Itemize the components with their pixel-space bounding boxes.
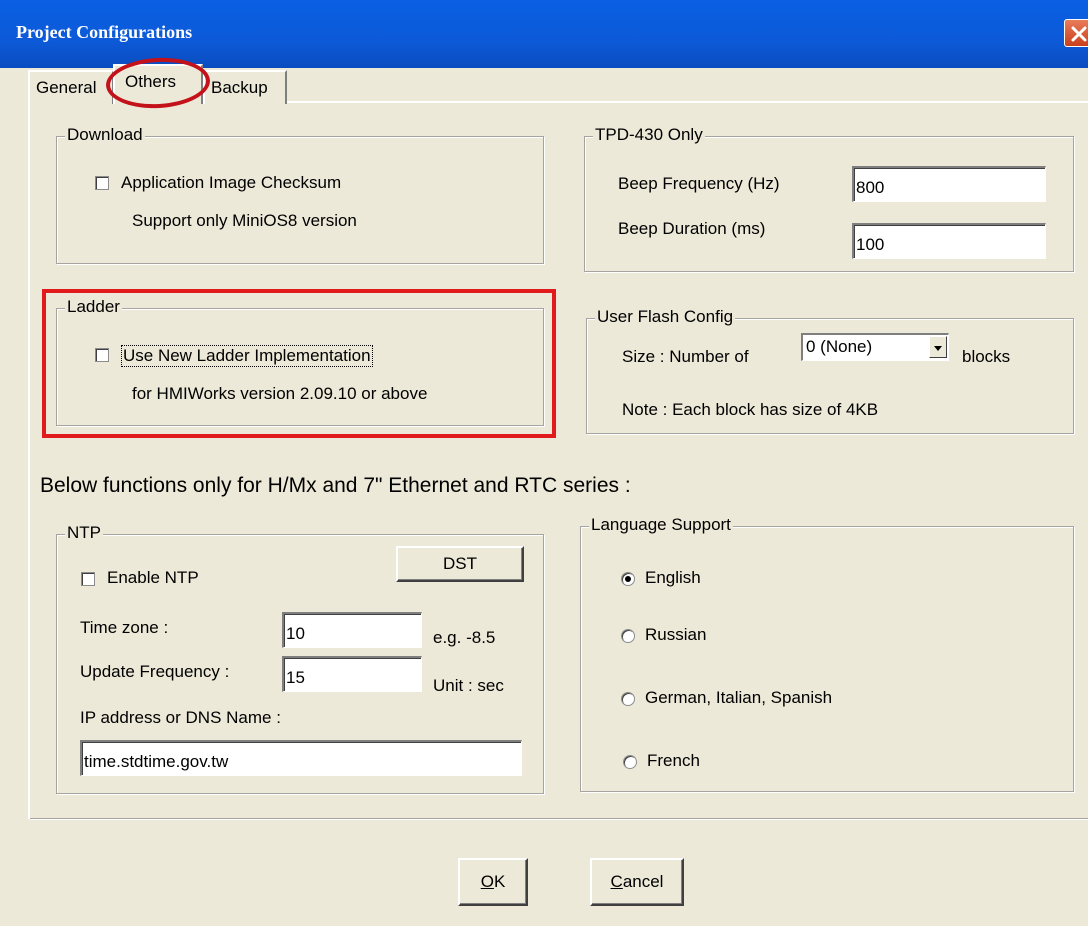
timezone-input[interactable] bbox=[282, 612, 422, 648]
beep-frequency-input[interactable] bbox=[852, 166, 1046, 202]
download-group-title: Download bbox=[65, 125, 145, 145]
checksum-label: Application Image Checksum bbox=[121, 173, 342, 192]
checksum-checkbox[interactable] bbox=[95, 176, 109, 190]
flash-blocks-unit: blocks bbox=[962, 347, 1011, 366]
radio-english[interactable] bbox=[621, 572, 635, 586]
radio-russian[interactable] bbox=[621, 629, 635, 643]
flash-blocks-select[interactable]: 0 (None) bbox=[801, 333, 949, 361]
ntp-group-title: NTP bbox=[65, 523, 103, 543]
beep-duration-input[interactable] bbox=[852, 223, 1046, 259]
radio-german-italian-spanish[interactable] bbox=[621, 692, 635, 706]
checksum-note: Support only MiniOS8 version bbox=[132, 211, 357, 230]
beep-frequency-label: Beep Frequency (Hz) bbox=[618, 174, 780, 193]
close-button[interactable] bbox=[1064, 19, 1088, 47]
language-option-english: English bbox=[645, 568, 701, 587]
language-option-german-italian-spanish: German, Italian, Spanish bbox=[645, 688, 833, 707]
dst-button[interactable]: DST bbox=[396, 546, 524, 582]
flash-size-label: Size : Number of bbox=[622, 347, 749, 366]
timezone-hint: e.g. -8.5 bbox=[433, 628, 496, 647]
cancel-button[interactable]: Cancel bbox=[590, 858, 684, 906]
ip-address-label: IP address or DNS Name : bbox=[80, 708, 281, 727]
language-group-title: Language Support bbox=[589, 515, 733, 535]
window-title: Project Configurations bbox=[16, 22, 193, 42]
radio-french[interactable] bbox=[623, 755, 637, 769]
update-frequency-input[interactable] bbox=[282, 656, 422, 692]
tpd-group-title: TPD-430 Only bbox=[593, 125, 705, 145]
tab-backup[interactable]: Backup bbox=[203, 70, 287, 104]
flash-blocks-dropdown-button[interactable] bbox=[929, 336, 947, 358]
ok-button[interactable]: OK bbox=[458, 858, 528, 906]
tab-general[interactable]: General bbox=[28, 70, 114, 104]
ladder-highlight-box bbox=[42, 289, 556, 438]
below-functions-note: Below functions only for H/Mx and 7" Eth… bbox=[40, 474, 631, 497]
flash-group-title: User Flash Config bbox=[595, 307, 736, 327]
bottom-separator bbox=[30, 818, 1088, 820]
beep-duration-label: Beep Duration (ms) bbox=[618, 219, 766, 238]
flash-blocks-value: 0 (None) bbox=[806, 337, 873, 356]
update-frequency-hint: Unit : sec bbox=[433, 676, 504, 695]
update-frequency-label: Update Frequency : bbox=[80, 662, 230, 681]
chevron-down-icon bbox=[934, 346, 942, 351]
timezone-label: Time zone : bbox=[80, 618, 169, 637]
download-group: Download bbox=[56, 125, 544, 264]
language-option-french: French bbox=[647, 751, 700, 770]
enable-ntp-checkbox[interactable] bbox=[81, 572, 95, 586]
ip-address-input[interactable] bbox=[80, 740, 522, 776]
flash-note: Note : Each block has size of 4KB bbox=[622, 400, 879, 419]
language-option-russian: Russian bbox=[645, 625, 707, 644]
close-icon bbox=[1071, 26, 1087, 42]
enable-ntp-label: Enable NTP bbox=[107, 568, 199, 587]
